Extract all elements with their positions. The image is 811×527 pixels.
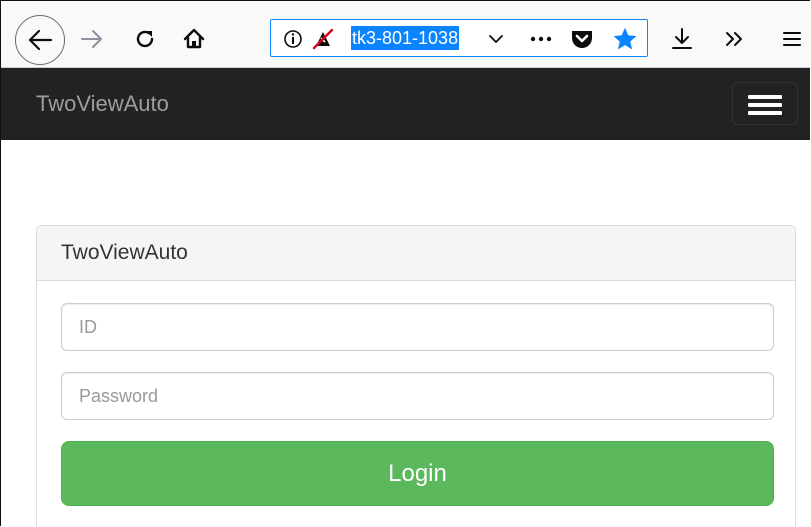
url-text[interactable]: tk3-801-1038 bbox=[351, 26, 460, 50]
reload-icon bbox=[136, 30, 154, 48]
url-bar[interactable]: tk3-801-1038 bbox=[270, 19, 648, 57]
app-menu-button[interactable] bbox=[777, 23, 807, 55]
browser-toolbar: tk3-801-1038 bbox=[1, 1, 810, 68]
login-panel: TwoViewAuto Login bbox=[36, 225, 796, 526]
password-input[interactable] bbox=[61, 372, 774, 420]
star-icon[interactable] bbox=[611, 25, 639, 53]
download-button[interactable] bbox=[667, 23, 697, 55]
download-icon bbox=[672, 28, 692, 49]
back-button[interactable] bbox=[15, 15, 65, 65]
reload-button[interactable] bbox=[131, 23, 159, 55]
overflow-chevrons-icon bbox=[726, 32, 742, 46]
home-icon bbox=[183, 28, 205, 49]
forward-arrow-icon bbox=[81, 30, 102, 48]
back-arrow-icon bbox=[28, 29, 53, 51]
login-panel-heading: TwoViewAuto bbox=[37, 226, 795, 281]
id-input[interactable] bbox=[61, 303, 774, 351]
pocket-icon[interactable] bbox=[569, 26, 595, 52]
overflow-button[interactable] bbox=[720, 23, 750, 55]
info-icon[interactable] bbox=[281, 27, 305, 51]
forward-button[interactable] bbox=[78, 23, 106, 55]
site-navbar: TwoViewAuto bbox=[1, 68, 810, 140]
tracking-protection-icon[interactable] bbox=[311, 27, 335, 51]
home-button[interactable] bbox=[179, 23, 209, 55]
hamburger-bar bbox=[748, 111, 782, 115]
browser-window: tk3-801-1038 TwoViewAuto TwoViewAuto ID … bbox=[0, 0, 810, 526]
hamburger-menu-icon bbox=[748, 95, 782, 99]
hamburger-bar bbox=[748, 103, 782, 107]
more-actions-icon[interactable] bbox=[526, 28, 556, 50]
chevron-down-icon[interactable] bbox=[485, 28, 507, 50]
login-panel-title: TwoViewAuto bbox=[61, 241, 188, 264]
navbar-brand[interactable]: TwoViewAuto bbox=[36, 90, 169, 118]
login-button[interactable]: Login bbox=[61, 441, 774, 506]
navbar-toggle-button[interactable] bbox=[732, 82, 798, 125]
hamburger-menu-icon bbox=[783, 32, 801, 46]
